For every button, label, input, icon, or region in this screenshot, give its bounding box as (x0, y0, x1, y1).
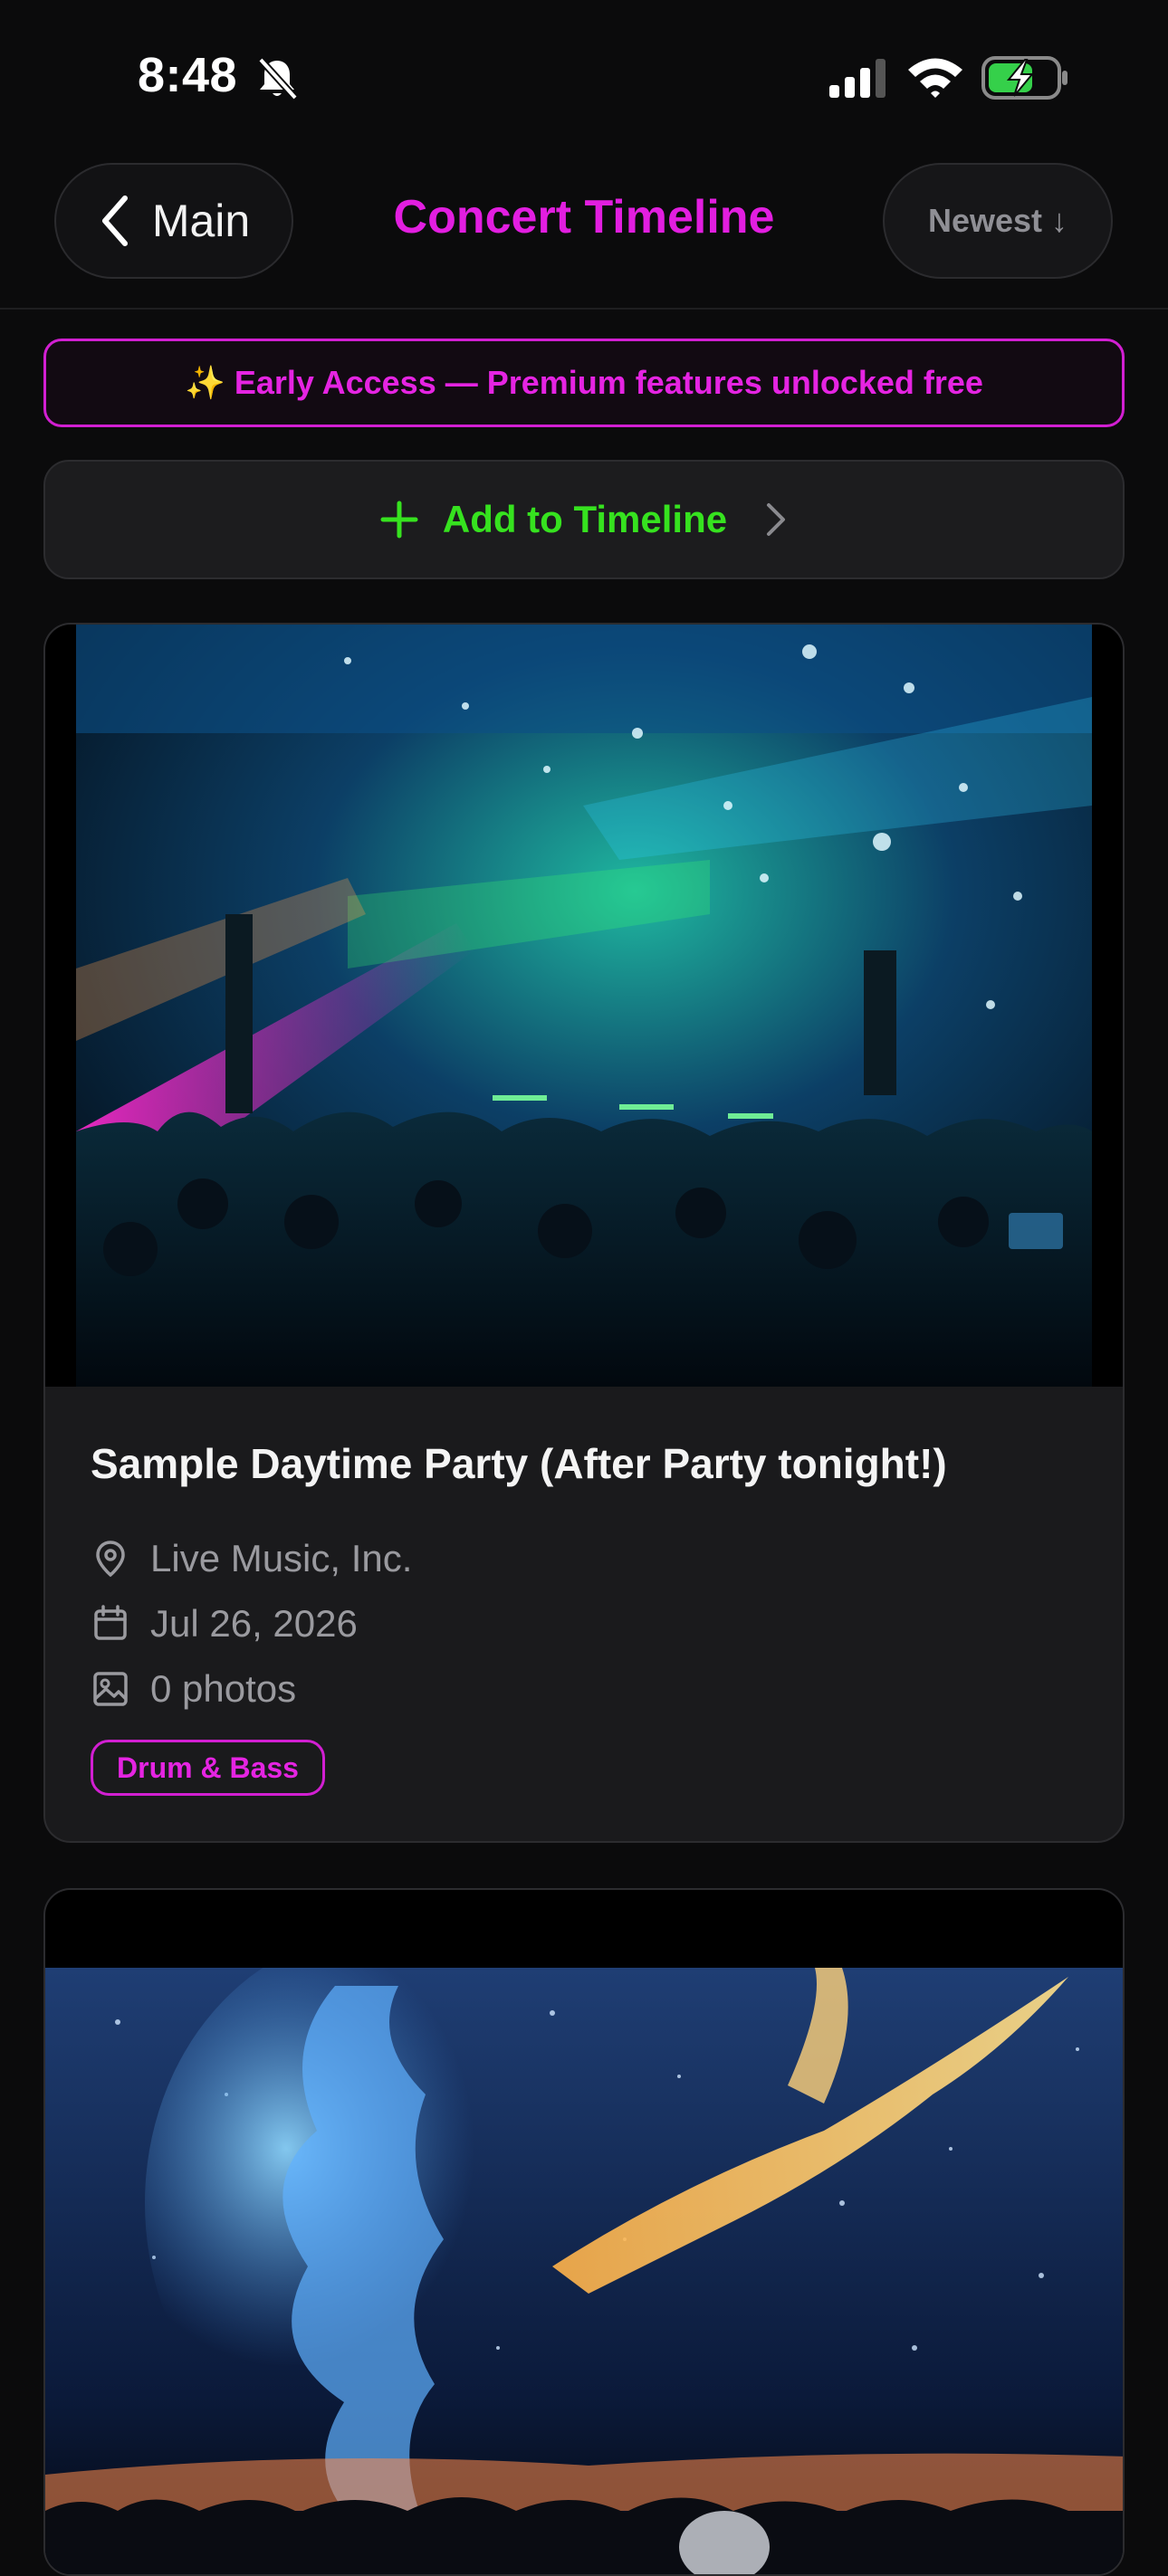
plus-icon (380, 501, 418, 539)
navigation-header: Main Concert Timeline Newest ↓ (0, 154, 1168, 310)
venue-text: Live Music, Inc. (150, 1537, 413, 1579)
genre-tag: Drum & Bass (91, 1740, 325, 1796)
wifi-icon (908, 58, 962, 98)
status-bar: 8:48 (0, 0, 1168, 154)
chevron-right-icon (767, 503, 786, 536)
event-title: Sample Daytime Party (After Party tonigh… (91, 1440, 947, 1487)
location-pin-icon (96, 1541, 125, 1578)
early-access-banner: ✨ Early Access — Premium features unlock… (43, 339, 1125, 427)
battery-charging-icon (981, 56, 1067, 100)
calendar-icon (94, 1605, 127, 1640)
cellular-signal-icon (829, 59, 886, 98)
status-time: 8:48 (138, 48, 238, 102)
image-icon (93, 1672, 128, 1706)
back-button-label: Main (151, 196, 251, 246)
event-card[interactable]: Sample Daytime Party (After Party tonigh… (43, 623, 1125, 1843)
chevron-left-icon (101, 196, 128, 246)
photos-row: 0 photos (91, 1667, 296, 1711)
event-card[interactable] (43, 1888, 1125, 2576)
page-title: Concert Timeline (393, 191, 775, 243)
date-row: Jul 26, 2026 (91, 1602, 358, 1646)
photos-count: 0 photos (150, 1667, 297, 1710)
event-photo (45, 1890, 1123, 2574)
date-text: Jul 26, 2026 (150, 1602, 358, 1645)
add-to-timeline-button[interactable]: Add to Timeline (43, 460, 1125, 579)
add-to-timeline-label: Add to Timeline (442, 498, 728, 540)
venue-row: Live Music, Inc. (91, 1537, 412, 1580)
event-photo (45, 625, 1123, 1387)
sort-button[interactable]: Newest ↓ (883, 163, 1113, 279)
bell-muted-icon (258, 57, 298, 100)
back-button[interactable]: Main (54, 163, 293, 279)
